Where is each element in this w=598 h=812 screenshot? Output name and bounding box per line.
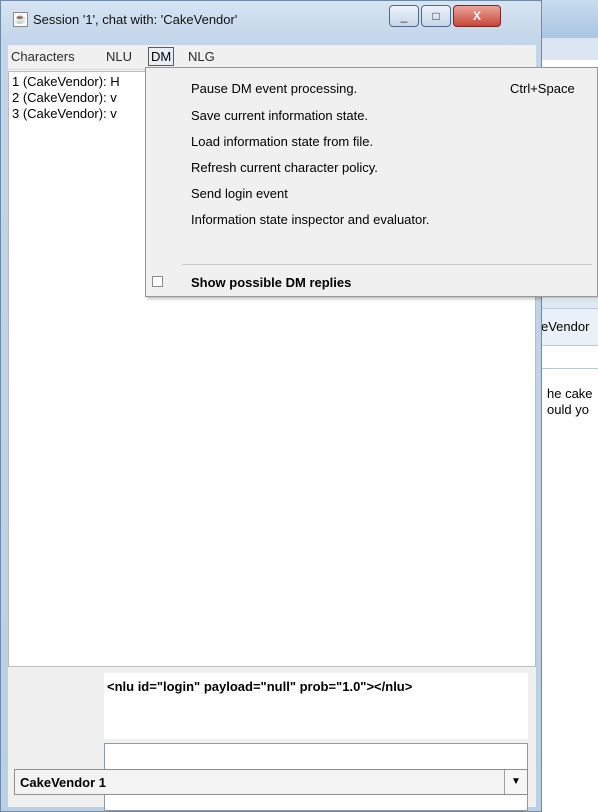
java-app-icon[interactable]: ☕	[13, 12, 28, 27]
background-tab-label: eVendor	[541, 319, 590, 334]
background-text-line-2: ould yo	[547, 402, 589, 417]
chat-line-3: 3 (CakeVendor): v	[12, 106, 117, 121]
close-button[interactable]: X	[453, 5, 501, 27]
menu-item-label: Information state inspector and evaluato…	[191, 212, 430, 227]
menu-item-send-login[interactable]: Send login event	[146, 182, 597, 206]
background-divider	[535, 300, 598, 308]
background-toolbar	[535, 38, 598, 60]
menu-item-load-state[interactable]: Load information state from file.	[146, 130, 597, 154]
checkbox-icon[interactable]	[152, 276, 163, 287]
menu-item-save-state[interactable]: Save current information state.	[146, 104, 597, 128]
menu-nlg[interactable]: NLG	[188, 49, 215, 64]
window-title: Session '1', chat with: 'CakeVendor'	[33, 12, 238, 27]
background-separator	[535, 368, 598, 369]
chat-line-2: 2 (CakeVendor): v	[12, 90, 117, 105]
nlu-output-box: <nlu id="login" payload="null" prob="1.0…	[104, 673, 528, 739]
maximize-button[interactable]: □	[421, 5, 451, 27]
background-tab[interactable]: eVendor	[535, 308, 598, 346]
menu-characters[interactable]: Characters	[11, 49, 75, 64]
background-text-line-1: he cake	[547, 386, 593, 401]
menu-dm[interactable]: DM	[148, 47, 175, 66]
menu-item-label: Save current information state.	[191, 108, 369, 123]
minimize-button[interactable]: _	[389, 5, 419, 27]
character-select-value: CakeVendor 1	[20, 775, 106, 790]
nlu-output-text: <nlu id="login" payload="null" prob="1.0…	[107, 679, 413, 694]
menu-nlu[interactable]: NLU	[106, 49, 132, 64]
menu-item-label: Pause DM event processing.	[191, 81, 358, 96]
menu-item-label: Show possible DM replies	[191, 275, 352, 290]
menu-item-show-dm-replies[interactable]: Show possible DM replies	[146, 271, 597, 295]
menu-item-pause-dm[interactable]: Pause DM event processing. Ctrl+Space	[146, 77, 597, 101]
dm-menu-dropdown: Pause DM event processing. Ctrl+Space Sa…	[145, 67, 598, 297]
menu-item-label: Refresh current character policy.	[191, 160, 378, 175]
menu-item-label: Load information state from file.	[191, 134, 374, 149]
character-select[interactable]: CakeVendor 1 ▼	[14, 769, 528, 795]
menu-item-shortcut: Ctrl+Space	[510, 81, 575, 96]
menu-item-state-inspector[interactable]: Information state inspector and evaluato…	[146, 208, 597, 232]
menu-separator	[182, 264, 592, 265]
chat-line-1: 1 (CakeVendor): H	[12, 74, 120, 89]
chevron-down-icon[interactable]: ▼	[504, 770, 527, 794]
background-titlebar	[535, 0, 598, 38]
menu-item-refresh-policy[interactable]: Refresh current character policy.	[146, 156, 597, 180]
menu-item-label: Send login event	[191, 186, 288, 201]
title-bar[interactable]: ☕ Session '1', chat with: 'CakeVendor' _…	[1, 1, 541, 37]
